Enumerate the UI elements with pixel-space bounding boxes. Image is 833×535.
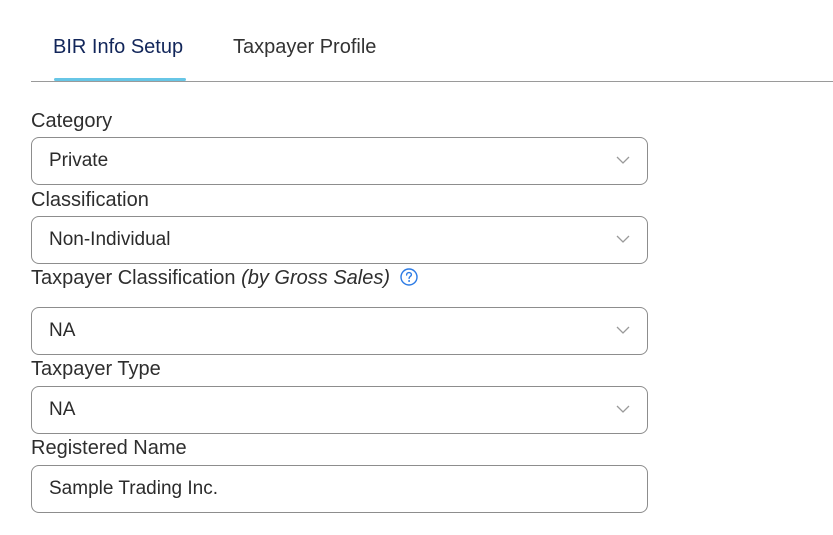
registered-name-label: Registered Name xyxy=(31,437,187,459)
question-circle-icon[interactable] xyxy=(399,268,418,286)
classification-label: Classification xyxy=(31,189,149,211)
classification-select[interactable]: Non-Individual xyxy=(31,216,648,264)
taxpayer-classification-label-text: Taxpayer Classification xyxy=(31,267,236,289)
category-value: Private xyxy=(49,150,109,171)
taxpayer-type-select[interactable]: NA xyxy=(31,386,648,434)
taxpayer-classification-select[interactable]: NA xyxy=(31,307,648,355)
taxpayer-classification-hint: (by Gross Sales) xyxy=(241,267,391,289)
taxpayer-type-value: NA xyxy=(49,399,76,420)
chevron-down-icon xyxy=(616,156,630,164)
chevron-down-icon xyxy=(616,326,630,334)
registered-name-input[interactable] xyxy=(31,465,648,513)
chevron-down-icon xyxy=(616,405,630,413)
taxpayer-classification-label: Taxpayer Classification (by Gross Sales) xyxy=(31,267,418,290)
tab-taxpayer-profile[interactable]: Taxpayer Profile xyxy=(233,36,376,59)
tab-bir-info-setup[interactable]: BIR Info Setup xyxy=(53,36,183,59)
active-tab-indicator xyxy=(54,78,186,81)
category-select[interactable]: Private xyxy=(31,137,648,185)
taxpayer-classification-value: NA xyxy=(49,320,76,341)
taxpayer-type-label: Taxpayer Type xyxy=(31,358,161,380)
tab-bar: BIR Info Setup Taxpayer Profile xyxy=(31,0,833,82)
category-label: Category xyxy=(31,110,113,132)
chevron-down-icon xyxy=(616,235,630,243)
classification-value: Non-Individual xyxy=(49,229,171,250)
